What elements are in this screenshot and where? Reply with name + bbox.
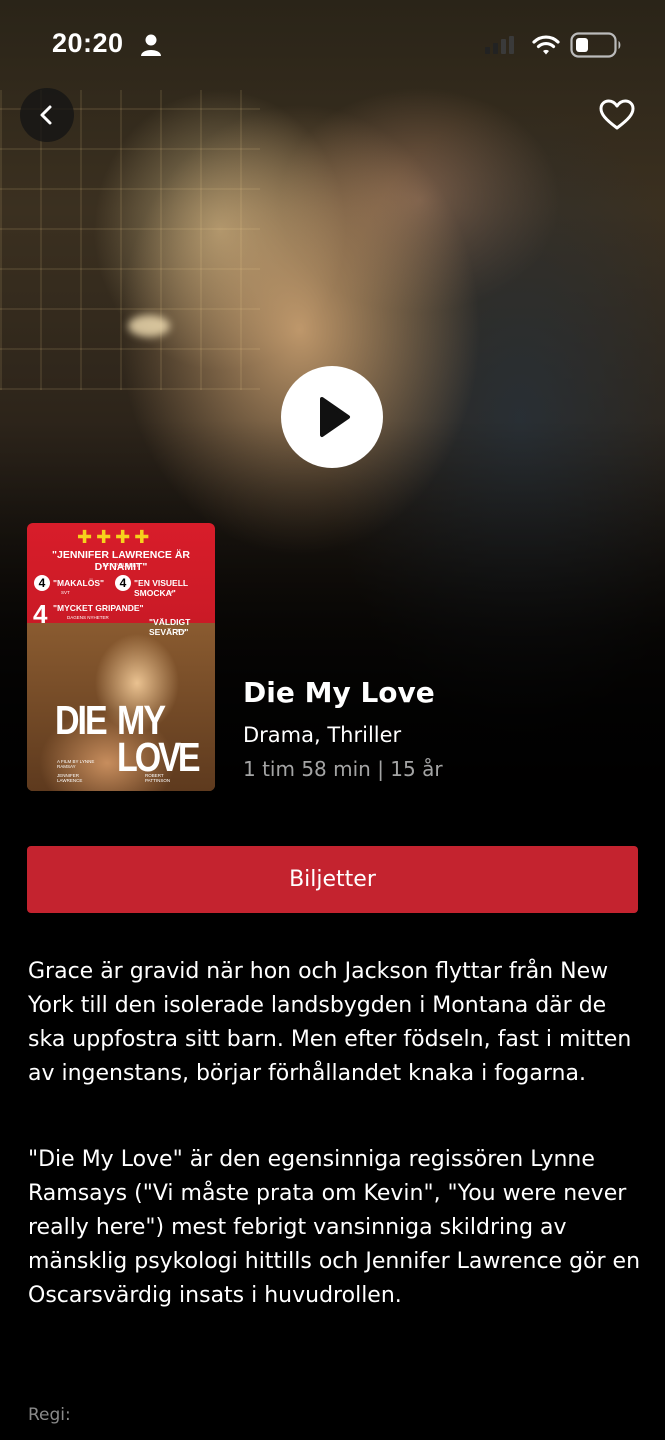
wifi-icon [532, 35, 560, 55]
movie-runtime-age: 1 tim 58 min | 15 år [243, 757, 443, 781]
poster-quote-main: "JENNIFER LAWRENCE ÄR DYNAMIT" [52, 549, 190, 573]
poster-quote-2-source: GP [167, 590, 174, 595]
play-trailer-button[interactable] [281, 366, 383, 468]
description-paragraph: Grace är gravid när hon och Jackson flyt… [28, 959, 632, 1086]
status-bar: 20:20 [0, 22, 665, 66]
poster-quote-main-source: AFTONBLADET [102, 563, 140, 569]
poster-credit-director: A FILM BY LYNNE RAMSAY [57, 759, 95, 769]
movie-title: Die My Love [243, 676, 435, 709]
back-button[interactable] [20, 88, 74, 142]
poster-quote-4: "VÄLDIGT SEVÄRD" [149, 617, 191, 637]
poster-quote-1: "MAKALÖS" [53, 578, 105, 588]
poster-quote-2: "EN VISUELL SMOCKA" [134, 578, 188, 598]
movie-poster: ✚✚✚✚ "JENNIFER LAWRENCE ÄR DYNAMIT" AFTO… [27, 523, 215, 791]
signal-icon [485, 36, 514, 54]
movie-genres: Drama, Thriller [243, 723, 402, 747]
poster-quote-3-source: DAGENS NYHETER [67, 615, 109, 620]
director-label: Regi: [28, 1405, 71, 1425]
hero-lamp-glow [128, 315, 170, 337]
poster-rating-crosses: ✚✚✚✚ [77, 527, 154, 548]
poster-title-die: DIE [55, 698, 108, 744]
poster-rating-3: 4 [33, 599, 48, 629]
description-paragraph: "Die My Love" är den egensinniga regissö… [28, 1147, 641, 1308]
tickets-button[interactable]: Biljetter [27, 846, 638, 913]
person-icon [141, 34, 161, 56]
status-time: 20:20 [52, 28, 124, 58]
poster-credit-actor-2: ROBERT PATTINSON [145, 773, 171, 783]
poster-quote-3: "MYCKET GRIPANDE" [53, 603, 144, 613]
chevron-left-icon [40, 105, 52, 125]
poster-credit-actor-1: JENNIFER LAWRENCE [57, 773, 83, 783]
poster-rating-2: 4 [115, 575, 131, 591]
battery-icon [570, 32, 621, 58]
heart-icon [599, 99, 635, 130]
poster-quote-4-source: TT4 [177, 628, 186, 633]
play-icon [320, 397, 350, 437]
favorite-button[interactable] [590, 88, 644, 142]
poster-rating-1: 4 [34, 575, 50, 591]
poster-quote-1-source: SVT [61, 590, 70, 595]
